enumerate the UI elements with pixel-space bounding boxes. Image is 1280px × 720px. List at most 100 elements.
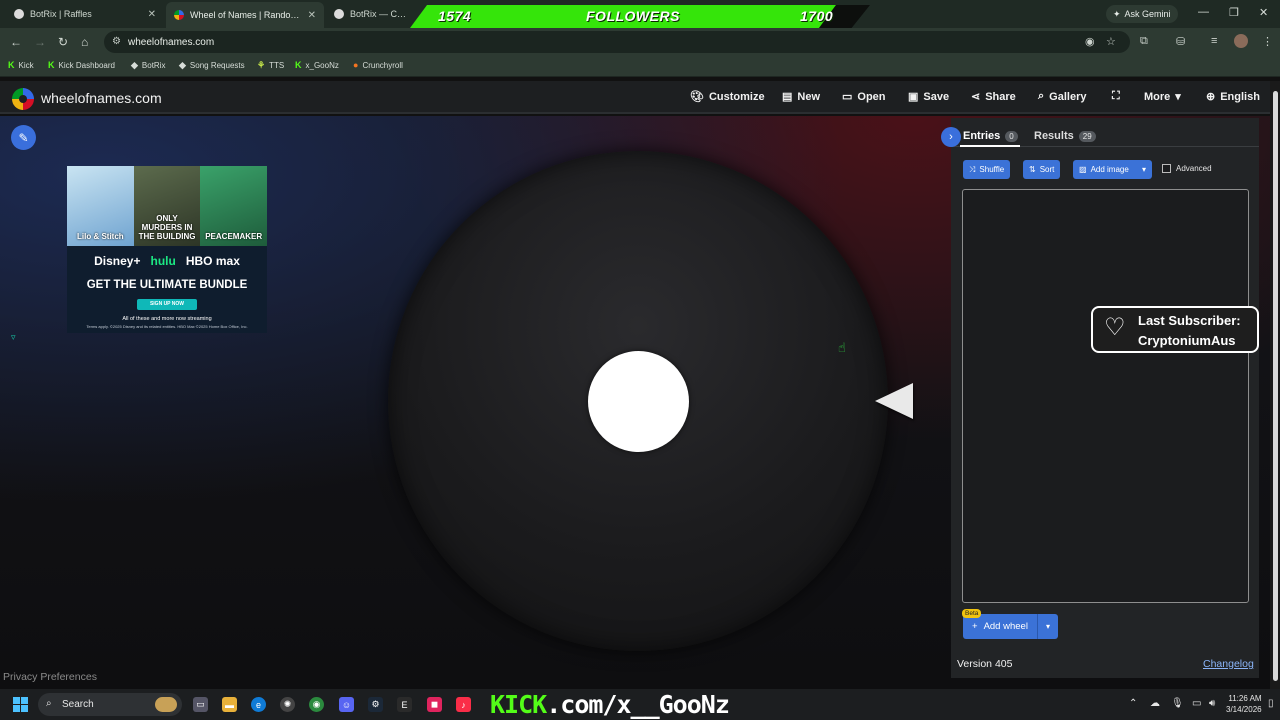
reload-icon[interactable]: ↻ xyxy=(58,35,68,49)
fullscreen-button[interactable]: ⛶ xyxy=(1112,90,1120,103)
ad-choices-icon[interactable]: ▿ xyxy=(11,332,16,343)
tab-botrix-raffles[interactable]: BotRix | Raffles ✕ xyxy=(6,3,164,25)
steam-icon[interactable]: ⚙ xyxy=(368,697,383,712)
extensions-icon[interactable]: ⧉ xyxy=(1140,35,1148,48)
wheel-pointer-arrow xyxy=(875,383,913,419)
notification-icon[interactable]: ▯ xyxy=(1268,698,1274,709)
task-view-icon[interactable]: ▭ xyxy=(193,697,208,712)
app-red-icon[interactable]: ◼ xyxy=(427,697,442,712)
back-arrow-icon[interactable]: ← xyxy=(10,35,22,49)
menu-label: Customize xyxy=(708,90,765,103)
wheel-center-hub[interactable] xyxy=(588,351,689,452)
fullscreen-icon: ⛶ xyxy=(1112,90,1120,102)
results-count-badge: 29 xyxy=(1078,130,1096,142)
close-window-icon[interactable]: ✕ xyxy=(1259,6,1268,19)
bookmark-kick[interactable]: K Kick xyxy=(8,60,34,70)
menu-open[interactable]: ▭ Open xyxy=(842,90,886,104)
menu-language[interactable]: ⊕ English xyxy=(1206,90,1260,104)
file-explorer-icon[interactable]: ▬ xyxy=(222,697,237,712)
globe-icon: ⊕ xyxy=(1206,91,1216,103)
scrollbar-thumb[interactable] xyxy=(1273,91,1278,681)
followers-goal-bar: 1574 FOLLOWERS 1700 xyxy=(410,5,870,28)
maximize-icon[interactable]: ❐ xyxy=(1229,6,1239,19)
edit-wheel-button[interactable]: ✎ xyxy=(11,125,36,150)
tab-label: Entries xyxy=(963,130,1001,142)
close-icon[interactable]: ✕ xyxy=(148,9,156,20)
bookmark-tts[interactable]: ⚘ TTS xyxy=(257,60,284,71)
forward-arrow-icon[interactable]: → xyxy=(34,35,46,49)
privacy-preferences-link[interactable]: Privacy Preferences xyxy=(3,671,97,683)
microphone-icon[interactable]: 🎙︎ xyxy=(1171,698,1184,709)
tab-entries[interactable]: Entries 0 xyxy=(963,130,1018,142)
collapse-panel-button[interactable]: › xyxy=(941,127,961,147)
site-info-icon[interactable]: ⚙ xyxy=(112,36,121,47)
eye-off-icon[interactable]: ◉ xyxy=(1085,35,1095,48)
reading-list-icon[interactable]: ≡ xyxy=(1211,35,1217,47)
page-scrollbar[interactable] xyxy=(1270,81,1280,689)
menu-gallery[interactable]: ⌕ Gallery xyxy=(1038,90,1086,103)
ad-subline: All of these and more now streaming xyxy=(122,316,212,322)
menu-new[interactable]: ▤ New xyxy=(782,90,820,104)
taskbar-clock[interactable]: 11:26 AM 3/14/2026 xyxy=(1226,693,1262,715)
home-icon[interactable]: ⌂ xyxy=(81,35,88,49)
music-icon[interactable]: ♪ xyxy=(456,697,471,712)
advertisement[interactable]: Lilo & Stitch ONLY MURDERS IN THE BUILDI… xyxy=(67,166,267,333)
add-wheel-dropdown[interactable]: ▾ xyxy=(1038,622,1058,631)
entries-textarea[interactable] xyxy=(962,189,1249,603)
changelog-link[interactable]: Changelog xyxy=(1203,658,1254,670)
kebab-menu-icon[interactable]: ⋮ xyxy=(1262,35,1273,48)
profile-avatar[interactable] xyxy=(1234,34,1248,48)
image-icon: ▨ xyxy=(1079,165,1087,174)
menu-customize[interactable]: 🎨︎ Customize xyxy=(690,90,765,104)
discord-icon[interactable]: ☺ xyxy=(339,697,354,712)
caret-down-icon: ▾ xyxy=(1175,91,1181,103)
tab-results[interactable]: Results 29 xyxy=(1034,130,1096,142)
checkbox-box[interactable] xyxy=(1162,164,1171,173)
menu-share[interactable]: ⋖ Share xyxy=(971,90,1016,104)
bookmark-botrix[interactable]: ◆ BotRix xyxy=(131,60,165,71)
browser-tab-bar: BotRix | Raffles ✕ Wheel of Names | Rand… xyxy=(0,0,1280,28)
close-icon[interactable]: ✕ xyxy=(308,10,316,21)
last-subscriber-name: CryptoniumAus xyxy=(1138,333,1236,348)
ad-signup-button[interactable]: SIGN UP NOW xyxy=(137,299,197,310)
sort-button[interactable]: ⇅ Sort xyxy=(1023,160,1061,179)
bookmark-song-requests[interactable]: ◆ Song Requests xyxy=(179,60,245,71)
tray-chevron-up-icon[interactable]: ⌃ xyxy=(1129,698,1137,709)
ad-poster-peacemaker: PEACEMAKER xyxy=(200,166,267,246)
wheel-logo-icon[interactable] xyxy=(12,88,34,110)
network-icon[interactable]: ▭ xyxy=(1192,698,1201,709)
tab-botrix-cloud[interactable]: BotRix — Cloud Stream xyxy=(326,3,416,25)
button-label: Shuffle xyxy=(979,165,1005,174)
bookmark-label: TTS xyxy=(269,61,285,70)
bookmark-crunchyroll[interactable]: ● Crunchyroll xyxy=(353,60,403,70)
epic-games-icon[interactable]: E xyxy=(397,697,412,712)
volume-icon[interactable]: 🔊︎ xyxy=(1209,698,1215,709)
poster-title: Lilo & Stitch xyxy=(77,232,124,241)
chrome-icon[interactable]: ◉ xyxy=(309,697,324,712)
share-icon: ⋖ xyxy=(971,91,981,103)
tab-wheel-of-names[interactable]: Wheel of Names | Random name picker ✕ xyxy=(166,2,324,28)
bookmark-kick-dashboard[interactable]: K Kick Dashboard xyxy=(48,60,115,70)
shuffle-button[interactable]: ⤨ Shuffle xyxy=(963,160,1011,179)
advanced-checkbox[interactable]: Advanced xyxy=(1162,164,1212,173)
cast-icon[interactable]: ⛁ xyxy=(1176,35,1185,48)
windows-start-icon[interactable] xyxy=(13,697,28,712)
onedrive-icon[interactable]: ☁ xyxy=(1150,698,1160,709)
taskbar-search[interactable]: ⌕ Search xyxy=(38,693,182,716)
heart-icon: ♡ xyxy=(1104,314,1126,341)
ad-fine-print: Terms apply. ©2025 Disney and its relate… xyxy=(86,324,248,329)
edge-icon[interactable]: e xyxy=(251,697,266,712)
url-bar[interactable]: ⚙ wheelofnames.com xyxy=(104,31,1130,53)
ask-gemini-button[interactable]: ✦ Ask Gemini xyxy=(1106,5,1178,23)
chatgpt-icon[interactable]: ✺ xyxy=(280,697,295,712)
menu-save[interactable]: ▣ Save xyxy=(908,90,949,104)
add-image-button[interactable]: ▨ Add image ▾ xyxy=(1073,160,1152,179)
menu-label: English xyxy=(1220,90,1260,103)
tts-icon: ⚘ xyxy=(257,60,266,70)
bookmark-x-goonz[interactable]: Kx_GooNz xyxy=(295,60,339,70)
botrix-favicon-icon xyxy=(14,9,24,19)
minimize-icon[interactable]: — xyxy=(1198,6,1209,18)
star-icon[interactable]: ☆ xyxy=(1106,35,1116,48)
menu-more[interactable]: More ▾ xyxy=(1144,90,1181,104)
site-title[interactable]: wheelofnames.com xyxy=(41,90,162,106)
